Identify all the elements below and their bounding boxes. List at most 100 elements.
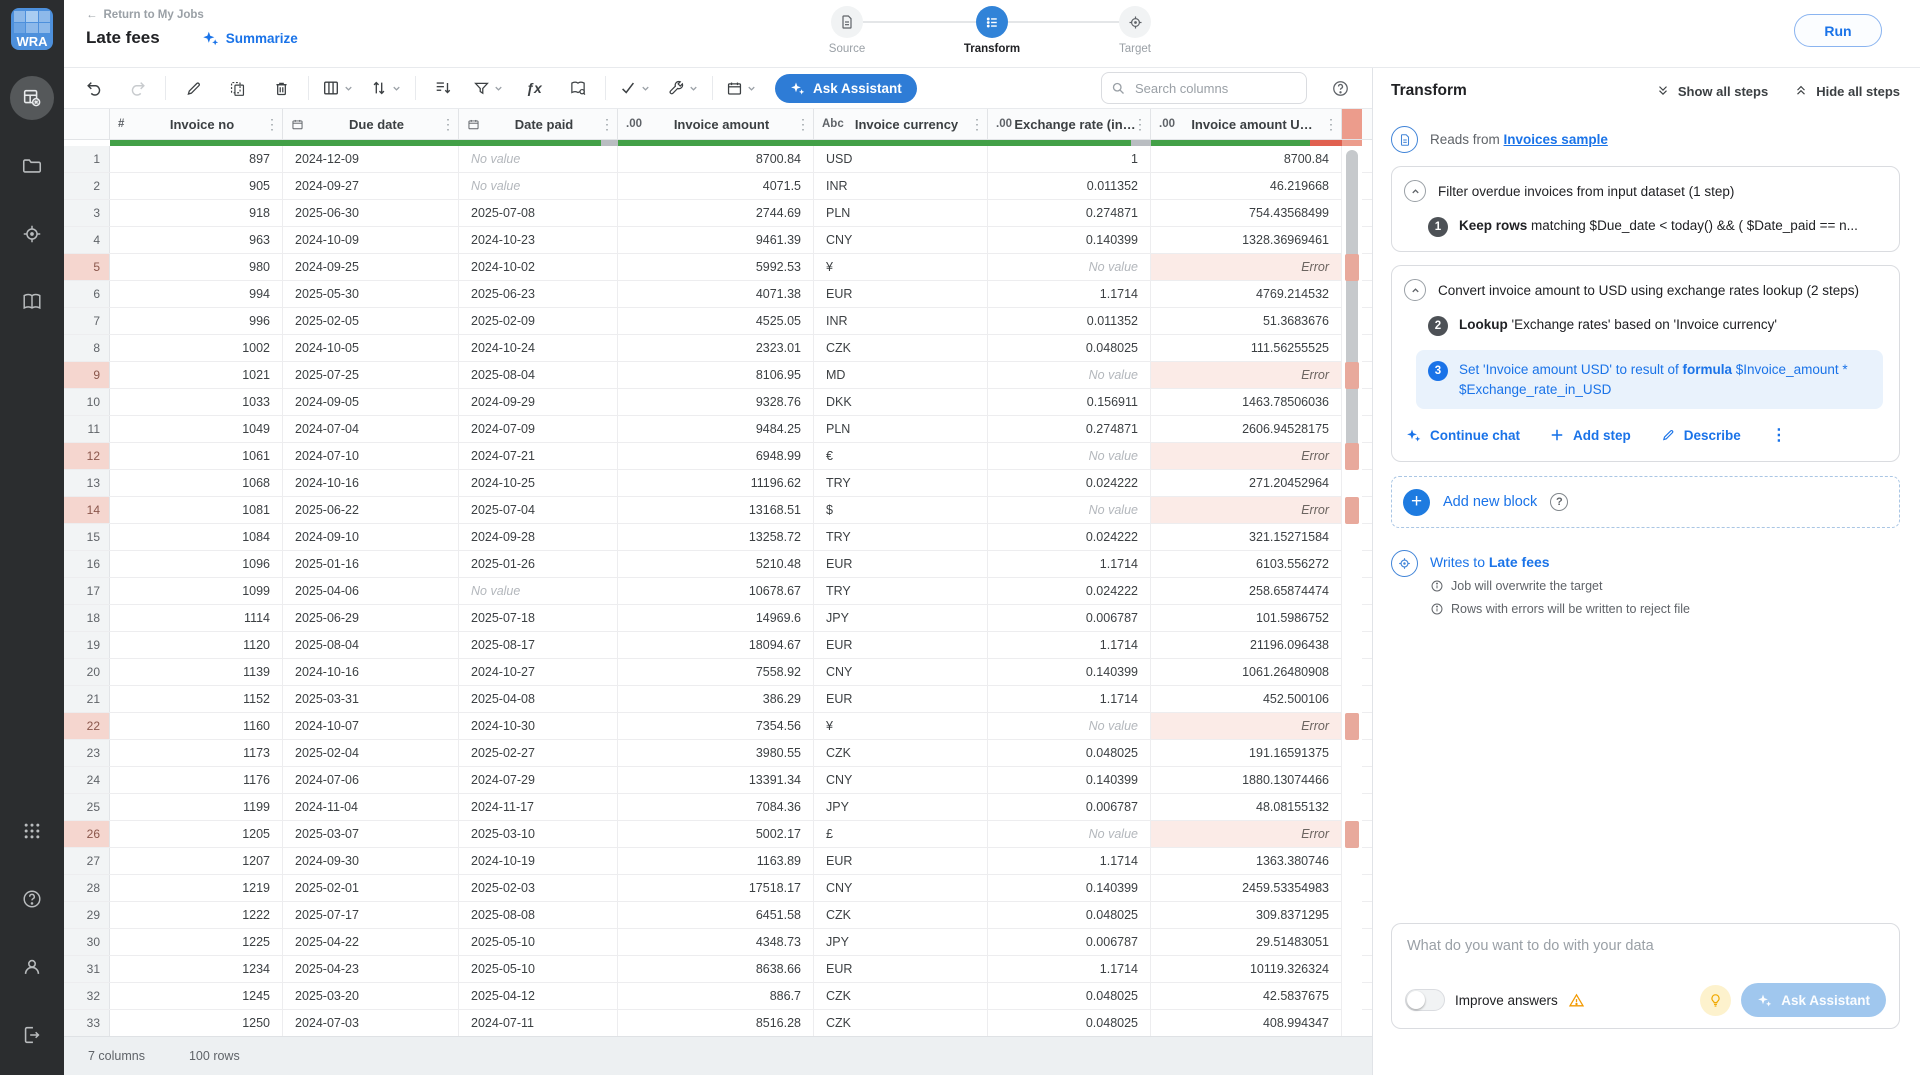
cell-date-paid[interactable]: 2024-07-11	[459, 1010, 618, 1036]
cell-date-paid[interactable]: 2025-07-04	[459, 497, 618, 523]
cell-invoice-no[interactable]: 1114	[110, 605, 283, 631]
cell-invoice-amount-u[interactable]: 1363.380746	[1151, 848, 1342, 874]
cell-date-paid[interactable]: 2025-08-04	[459, 362, 618, 388]
cell-exchange-rate-in[interactable]: No value	[988, 254, 1151, 280]
cell-exchange-rate-in[interactable]: 1.1714	[988, 551, 1151, 577]
cell-invoice-amount[interactable]: 886.7	[618, 983, 814, 1009]
cell-date-paid[interactable]: 2024-10-24	[459, 335, 618, 361]
cell-invoice-amount-u[interactable]: Error	[1151, 443, 1342, 469]
validate-menu-button[interactable]	[617, 74, 653, 102]
cell-invoice-currency[interactable]: JPY	[814, 794, 988, 820]
error-row-mark[interactable]	[1345, 254, 1359, 281]
column-header-invoice-amount[interactable]: .00Invoice amount⋮	[618, 109, 814, 139]
cell-exchange-rate-in[interactable]: No value	[988, 362, 1151, 388]
cell-due-date[interactable]: 2025-03-31	[283, 686, 459, 712]
toolbar-help-icon[interactable]	[1331, 79, 1350, 98]
stepper-source[interactable]: Source	[797, 6, 897, 55]
cell-exchange-rate-in[interactable]: 0.011352	[988, 173, 1151, 199]
cell-date-paid[interactable]: 2025-05-10	[459, 956, 618, 982]
cell-due-date[interactable]: 2025-02-05	[283, 308, 459, 334]
cell-due-date[interactable]: 2025-07-17	[283, 902, 459, 928]
cell-date-paid[interactable]: 2024-10-19	[459, 848, 618, 874]
cell-exchange-rate-in[interactable]: 0.024222	[988, 578, 1151, 604]
cell-date-paid[interactable]: 2025-07-08	[459, 200, 618, 226]
cell-due-date[interactable]: 2024-07-03	[283, 1010, 459, 1036]
stepper-target[interactable]: Target	[1085, 6, 1185, 55]
cell-date-paid[interactable]: No value	[459, 578, 618, 604]
cell-invoice-no[interactable]: 1245	[110, 983, 283, 1009]
cell-invoice-no[interactable]: 1049	[110, 416, 283, 442]
cell-invoice-amount[interactable]: 10678.67	[618, 578, 814, 604]
cell-invoice-currency[interactable]: EUR	[814, 632, 988, 658]
cell-invoice-no[interactable]: 1084	[110, 524, 283, 550]
cell-date-paid[interactable]: 2025-04-08	[459, 686, 618, 712]
cell-invoice-amount-u[interactable]: 754.43568499	[1151, 200, 1342, 226]
cell-invoice-amount-u[interactable]: 42.5837675	[1151, 983, 1342, 1009]
cell-invoice-amount[interactable]: 6948.99	[618, 443, 814, 469]
cell-invoice-currency[interactable]: TRY	[814, 578, 988, 604]
cell-invoice-amount[interactable]: 5992.53	[618, 254, 814, 280]
cell-due-date[interactable]: 2024-09-10	[283, 524, 459, 550]
cell-date-paid[interactable]: No value	[459, 173, 618, 199]
column-header-date-paid[interactable]: Date paid⋮	[459, 109, 618, 139]
cell-invoice-amount[interactable]: 4525.05	[618, 308, 814, 334]
cell-date-paid[interactable]: 2025-03-10	[459, 821, 618, 847]
row-number[interactable]: 13	[64, 470, 110, 496]
stepper-transform[interactable]: Transform	[942, 6, 1042, 55]
block-menu-icon[interactable]: ⋮	[1771, 425, 1787, 445]
cell-invoice-amount-u[interactable]: 4769.214532	[1151, 281, 1342, 307]
cell-date-paid[interactable]: 2025-06-23	[459, 281, 618, 307]
sidebar-item-targets[interactable]	[10, 212, 54, 256]
cell-exchange-rate-in[interactable]: 0.156911	[988, 389, 1151, 415]
cell-due-date[interactable]: 2025-02-04	[283, 740, 459, 766]
cell-invoice-amount[interactable]: 7084.36	[618, 794, 814, 820]
cell-invoice-amount-u[interactable]: 191.16591375	[1151, 740, 1342, 766]
cell-invoice-currency[interactable]: £	[814, 821, 988, 847]
invoices-sample-link[interactable]: Invoices sample	[1504, 132, 1608, 147]
cell-invoice-currency[interactable]: CZK	[814, 902, 988, 928]
cell-exchange-rate-in[interactable]: 0.024222	[988, 470, 1151, 496]
cell-due-date[interactable]: 2025-06-22	[283, 497, 459, 523]
row-number[interactable]: 4	[64, 227, 110, 253]
sidebar-item-jobs[interactable]	[10, 76, 54, 120]
cell-invoice-currency[interactable]: $	[814, 497, 988, 523]
cell-due-date[interactable]: 2024-09-05	[283, 389, 459, 415]
cell-due-date[interactable]: 2025-07-25	[283, 362, 459, 388]
row-number[interactable]: 25	[64, 794, 110, 820]
cell-invoice-no[interactable]: 1152	[110, 686, 283, 712]
row-number[interactable]: 33	[64, 1010, 110, 1036]
cell-invoice-amount[interactable]: 9461.39	[618, 227, 814, 253]
cell-date-paid[interactable]: 2025-07-18	[459, 605, 618, 631]
step-2[interactable]: 2 Lookup 'Exchange rates' based on 'Invo…	[1428, 315, 1885, 336]
cell-invoice-no[interactable]: 1225	[110, 929, 283, 955]
cell-invoice-amount[interactable]: 9484.25	[618, 416, 814, 442]
cell-date-paid[interactable]: 2024-07-29	[459, 767, 618, 793]
cell-invoice-currency[interactable]: CZK	[814, 1010, 988, 1036]
cell-invoice-no[interactable]: 1199	[110, 794, 283, 820]
cell-invoice-no[interactable]: 1222	[110, 902, 283, 928]
cell-due-date[interactable]: 2025-06-29	[283, 605, 459, 631]
column-header-due-date[interactable]: Due date⋮	[283, 109, 459, 139]
cell-invoice-currency[interactable]: DKK	[814, 389, 988, 415]
step-3-selected[interactable]: 3 Set 'Invoice amount USD' to result of …	[1416, 350, 1883, 409]
cell-invoice-amount-u[interactable]: 101.5986752	[1151, 605, 1342, 631]
cell-due-date[interactable]: 2025-01-16	[283, 551, 459, 577]
app-logo[interactable]: WRA	[11, 8, 53, 50]
describe-button[interactable]: Describe	[1661, 428, 1741, 443]
date-menu-button[interactable]	[724, 74, 759, 102]
cell-date-paid[interactable]: 2024-09-29	[459, 389, 618, 415]
cell-due-date[interactable]: 2025-04-06	[283, 578, 459, 604]
cell-invoice-currency[interactable]: INR	[814, 173, 988, 199]
row-number[interactable]: 14	[64, 497, 110, 523]
cell-invoice-no[interactable]: 1021	[110, 362, 283, 388]
cell-invoice-amount-u[interactable]: 29.51483051	[1151, 929, 1342, 955]
columns-menu-button[interactable]	[320, 74, 356, 102]
cell-invoice-amount-u[interactable]: 6103.556272	[1151, 551, 1342, 577]
cell-invoice-amount-u[interactable]: 46.219668	[1151, 173, 1342, 199]
cell-due-date[interactable]: 2025-06-30	[283, 200, 459, 226]
cell-date-paid[interactable]: 2024-10-02	[459, 254, 618, 280]
cell-invoice-amount-u[interactable]: 271.20452964	[1151, 470, 1342, 496]
cell-invoice-amount[interactable]: 4071.5	[618, 173, 814, 199]
column-header-invoice-no[interactable]: #Invoice no⋮	[110, 109, 283, 139]
redo-button[interactable]	[122, 74, 154, 102]
